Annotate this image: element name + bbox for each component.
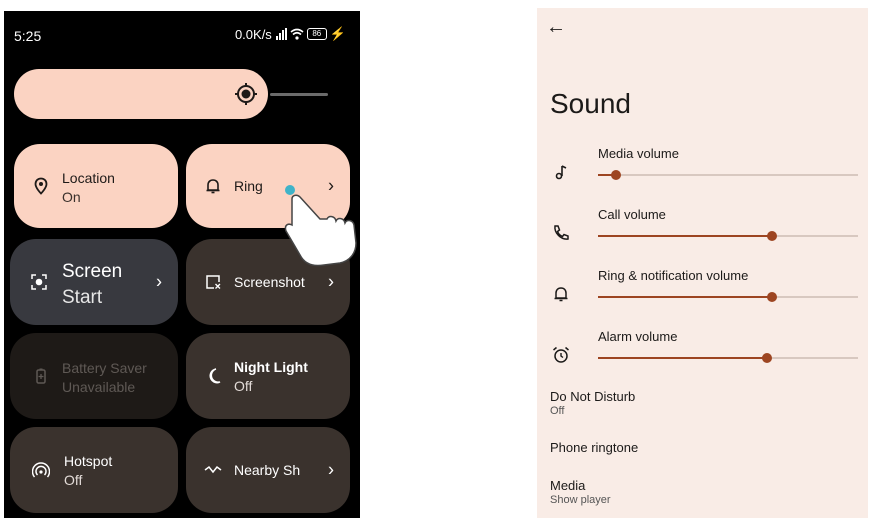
media-volume-row: Media volume	[537, 146, 868, 204]
charging-icon: ⚡	[329, 26, 346, 41]
slider-thumb[interactable]	[767, 231, 778, 241]
tile-night-light[interactable]: Night Light Off	[186, 333, 350, 419]
tile-location[interactable]: Location On	[14, 144, 178, 228]
tile-hotspot-title: Hotspot	[64, 453, 113, 469]
media-item[interactable]: Media Show player	[550, 478, 611, 506]
alarm-icon	[553, 346, 569, 363]
tile-battery-saver-status: Unavailable	[62, 379, 136, 395]
bell-icon	[206, 179, 220, 194]
signal-icon	[275, 28, 287, 40]
slider-thumb[interactable]	[767, 292, 778, 302]
slider-thumb[interactable]	[611, 170, 622, 180]
alarm-volume-slider[interactable]	[598, 353, 858, 363]
tile-hotspot-status: Off	[64, 472, 83, 488]
tile-location-status: On	[62, 189, 81, 205]
tile-night-light-title: Night Light	[234, 359, 308, 375]
call-volume-row: Call volume	[537, 207, 868, 265]
tile-nearby-title: Nearby Sh	[234, 462, 301, 478]
alarm-volume-label: Alarm volume	[598, 329, 678, 344]
media-volume-label: Media volume	[598, 146, 679, 161]
call-volume-slider[interactable]	[598, 231, 858, 241]
media-title: Media	[550, 478, 586, 493]
slider-thumb[interactable]	[762, 353, 772, 363]
phone-icon	[554, 225, 569, 240]
brightness-icon	[235, 83, 257, 105]
moon-icon	[209, 368, 221, 384]
page-title: Sound	[550, 88, 631, 119]
ringtone-title: Phone ringtone	[550, 440, 639, 455]
status-time: 5:25	[14, 28, 42, 44]
brightness-fill	[14, 69, 269, 119]
ring-volume-row: Ring & notification volume	[537, 268, 868, 326]
ring-volume-slider[interactable]	[598, 292, 858, 302]
media-status: Show player	[550, 494, 611, 506]
screen-record-icon	[31, 274, 47, 290]
nearby-share-icon	[204, 465, 222, 474]
music-note-icon	[555, 165, 567, 180]
call-volume-label: Call volume	[598, 207, 666, 222]
tile-battery-saver-title: Battery Saver	[62, 360, 147, 376]
phone-ringtone-item[interactable]: Phone ringtone	[550, 440, 638, 455]
tile-battery-saver[interactable]: Battery Saver Unavailable	[10, 333, 178, 419]
do-not-disturb-item[interactable]: Do Not Disturb Off	[550, 389, 635, 417]
tile-screen-record[interactable]: Screen Start ›	[10, 239, 178, 325]
tile-ring-title: Ring	[234, 178, 263, 194]
tile-hotspot[interactable]: Hotspot Off	[10, 427, 178, 513]
location-pin-icon	[34, 177, 48, 195]
screenshot-icon	[206, 275, 221, 289]
bell-icon	[554, 287, 568, 302]
tile-night-light-status: Off	[234, 378, 253, 394]
brightness-track	[270, 93, 328, 96]
wifi-icon	[290, 28, 304, 40]
chevron-right-icon[interactable]: ›	[328, 460, 334, 481]
touch-hand-icon	[284, 185, 357, 267]
media-volume-slider[interactable]	[598, 170, 858, 180]
battery-saver-icon	[36, 368, 46, 384]
tile-screen-status: Start	[62, 287, 103, 308]
tile-location-title: Location	[62, 170, 115, 186]
chevron-right-icon[interactable]: ›	[156, 272, 162, 293]
status-icons: 0.0K/s 86 ⚡	[235, 26, 346, 42]
tile-screen-title: Screen	[62, 261, 123, 282]
ring-volume-label: Ring & notification volume	[598, 268, 749, 283]
tile-nearby-share[interactable]: Nearby Sh ›	[186, 427, 350, 513]
hotspot-icon	[32, 462, 50, 478]
back-arrow-icon[interactable]: ←	[546, 16, 566, 39]
alarm-volume-row: Alarm volume	[537, 329, 868, 387]
battery-icon: 86	[306, 28, 327, 40]
dnd-status: Off	[550, 405, 565, 417]
sound-settings-panel: ← Sound Media volume Call volume Ring & …	[537, 8, 868, 518]
brightness-slider[interactable]	[14, 69, 328, 119]
network-speed: 0.0K/s	[234, 26, 272, 42]
quick-settings-panel: 5:25 0.0K/s 86 ⚡ Location On Ring › Scre…	[4, 11, 360, 518]
dnd-title: Do Not Disturb	[550, 389, 636, 404]
